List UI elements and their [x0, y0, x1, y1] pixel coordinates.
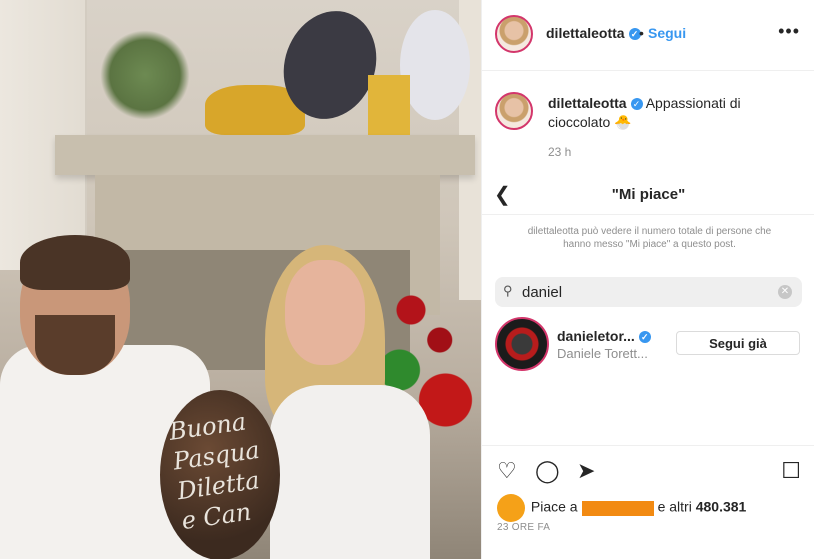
follow-button[interactable]: Segui: [648, 25, 686, 41]
person-woman: [250, 245, 440, 559]
post-timestamp[interactable]: 23 ORE FA: [497, 522, 550, 533]
likes-dialog-header: ❮ "Mi piace": [482, 170, 814, 215]
more-options-icon[interactable]: •••: [778, 21, 800, 42]
verified-badge-icon: ✓: [630, 98, 643, 111]
share-icon[interactable]: ➤: [577, 458, 595, 484]
search-input[interactable]: [522, 282, 772, 302]
likes-notice: dilettaleotta può vedere il numero total…: [527, 226, 772, 250]
redacted-name: [581, 500, 654, 516]
verified-badge-icon: ✓: [638, 331, 651, 344]
caption-username[interactable]: dilettaleotta: [548, 95, 627, 111]
man-hair: [20, 235, 130, 290]
post-header: dilettaleotta ✓ • Segui •••: [482, 0, 814, 71]
plant: [100, 30, 190, 120]
bookmark-icon[interactable]: ☐: [781, 458, 801, 484]
mantel: [55, 135, 475, 175]
liker-row[interactable]: danieletor... ✓ Daniele Torett... Segui g…: [495, 315, 802, 371]
comment-icon[interactable]: ◯: [535, 458, 560, 484]
caption-avatar[interactable]: [495, 92, 533, 130]
man-beard: [35, 315, 115, 375]
author-avatar[interactable]: [495, 15, 533, 53]
heart-icon[interactable]: ♡: [497, 458, 517, 484]
post-photo[interactable]: Buona Pasqua Diletta e Can: [0, 0, 481, 559]
woman-face: [285, 260, 365, 365]
woman-top: [270, 385, 430, 559]
caption-time[interactable]: 23 h: [548, 145, 571, 159]
author-username[interactable]: dilettaleotta ✓: [546, 25, 641, 41]
likes-summary[interactable]: Piace ae altri 480.381: [497, 494, 746, 522]
caption: dilettaleotta ✓ Appassionati di cioccolat…: [548, 94, 798, 132]
liker-avatar[interactable]: [495, 317, 549, 371]
clear-icon[interactable]: ✕: [778, 285, 792, 299]
post-side-panel: dilettaleotta ✓ • Segui ••• dilettaleotta…: [481, 0, 814, 559]
search-icon: ⚲: [503, 283, 513, 298]
likes-search: ⚲ ✕: [495, 277, 802, 307]
post-actions: ♡ ◯ ➤ ☐ Piace ae altri 480.381 23 ORE FA: [482, 445, 814, 560]
chocolate-egg-wrapped: [400, 10, 470, 120]
gift-box: [368, 75, 410, 135]
following-button[interactable]: Segui già: [676, 331, 800, 355]
egg-writing: Buona Pasqua Diletta e Can: [167, 407, 262, 536]
liker-fullname: Daniele Torett...: [557, 346, 648, 361]
separator-dot: •: [639, 25, 644, 41]
likes-count: 480.381: [695, 498, 747, 515]
likes-dialog-title: "Mi piace": [611, 186, 686, 203]
liker-username[interactable]: danieletor... ✓: [557, 328, 651, 344]
faded-list-placeholder: [542, 402, 752, 420]
liker-avatar-redacted: [497, 494, 525, 522]
